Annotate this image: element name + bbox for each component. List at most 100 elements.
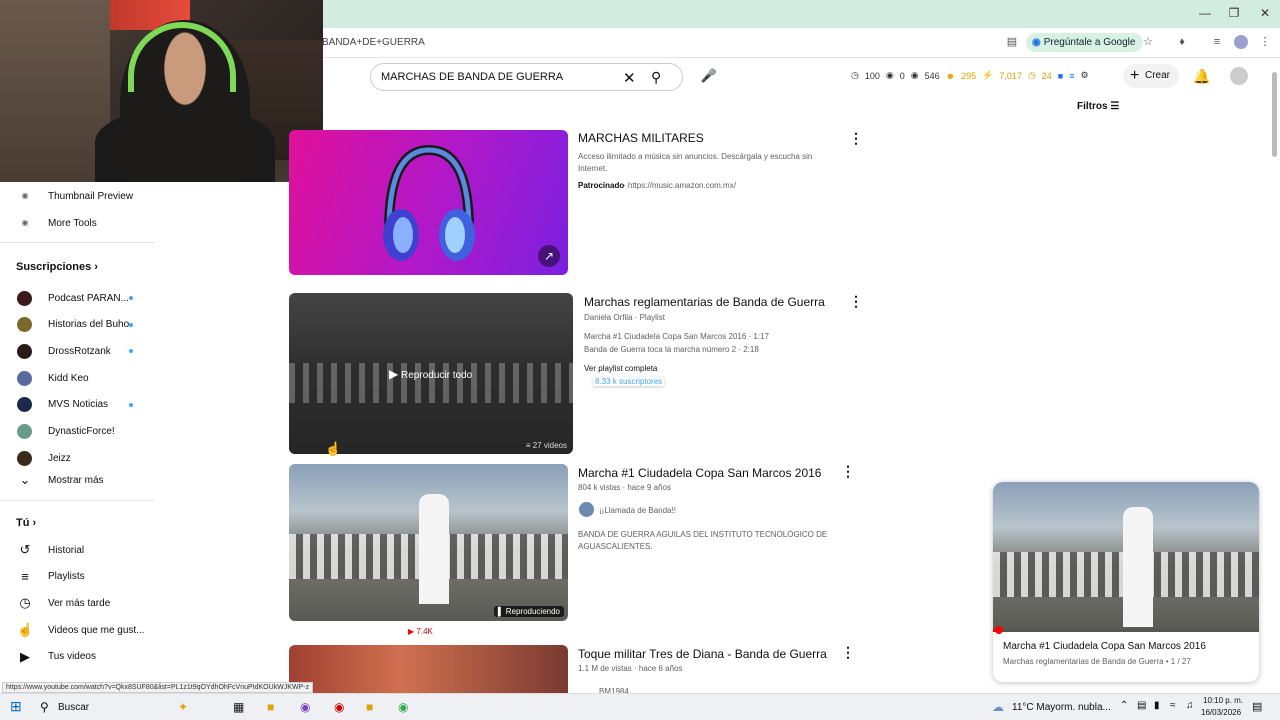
task-view-icon[interactable]: ▦: [233, 700, 244, 714]
more-options-icon[interactable]: ⋮: [841, 644, 855, 661]
more-options-icon[interactable]: ⋮: [849, 130, 863, 147]
chrome-icon[interactable]: ◉: [398, 700, 408, 714]
channel-name[interactable]: ¡¡Llamada de Banda!!: [599, 506, 676, 515]
sidebar-item-you[interactable]: ◷ Ver más tarde: [0, 590, 155, 616]
close-window-icon[interactable]: ✕: [1258, 6, 1272, 20]
miniplayer-title[interactable]: Marcha #1 Ciudadela Copa San Marcos 2016: [1003, 641, 1206, 652]
video-title[interactable]: Toque militar Tres de Diana - Banda de G…: [578, 647, 827, 661]
sidebar-item-thumbnail-preview[interactable]: ◉ Thumbnail Preview: [0, 183, 155, 209]
extensions-icon[interactable]: ♦: [1175, 35, 1189, 49]
app-icon[interactable]: ■: [366, 700, 373, 714]
sidebar-item-more-tools[interactable]: ◉ More Tools: [0, 210, 155, 236]
tray-icon[interactable]: ▤: [1137, 700, 1146, 711]
more-options-icon[interactable]: ⋮: [849, 293, 863, 310]
ad-title[interactable]: MARCHAS MILITARES: [578, 131, 704, 145]
taskbar-search-icon[interactable]: ⚲: [40, 700, 49, 714]
sidebar-item-subscription[interactable]: DrossRotzank: [0, 338, 155, 364]
microphone-icon[interactable]: 🎤: [696, 63, 722, 89]
video-thumbnail[interactable]: ▌ Reproduciendo: [289, 464, 568, 621]
new-content-dot: [129, 349, 133, 354]
notification-center-icon[interactable]: ▤: [1252, 700, 1262, 713]
play-all-button[interactable]: ▶ Reproducir todo: [389, 367, 472, 381]
filters-button[interactable]: Filtros ☰: [1077, 101, 1119, 112]
sidebar-item-subscription[interactable]: DynasticForce!: [0, 419, 155, 445]
profile-icon[interactable]: [1234, 35, 1248, 49]
show-more-label: Mostrar más: [48, 474, 104, 486]
you-heading[interactable]: Tú ›: [16, 517, 36, 529]
sidebar-item-you[interactable]: ▶ Tus videos: [0, 644, 155, 670]
weather-text[interactable]: 11°C Mayorm. nubla...: [1012, 702, 1111, 713]
playlist-title[interactable]: Marchas reglamentarias de Banda de Guerr…: [584, 295, 825, 309]
video-title[interactable]: Marcha #1 Ciudadela Copa San Marcos 2016: [578, 466, 821, 480]
ad-link[interactable]: · https://music.amazon.com.mx/: [623, 181, 736, 190]
search-icon[interactable]: ⚲: [651, 69, 661, 86]
bookmark-star-icon[interactable]: ☆: [1141, 35, 1155, 49]
channel-avatar[interactable]: [579, 502, 594, 517]
extension-badge-icon[interactable]: ■: [1058, 71, 1063, 81]
sidebar-item-subscription[interactable]: MVS Noticias: [0, 392, 155, 418]
clock-date[interactable]: 16/03/2026: [1201, 708, 1241, 717]
playlist-thumbnail[interactable]: ▶ Reproducir todo ≡ 27 videos: [289, 293, 573, 454]
clear-search-icon[interactable]: ✕: [623, 69, 636, 87]
media-icon[interactable]: ≡: [1210, 35, 1224, 49]
notifications-icon[interactable]: 🔔: [1193, 68, 1210, 85]
sidebar-item-subscription[interactable]: Kidd Keo: [0, 365, 155, 391]
show-more-button[interactable]: ⌄ Mostrar más: [0, 467, 155, 493]
channel-avatar: [17, 370, 32, 386]
subscriptions-heading[interactable]: Suscripciones ›: [16, 261, 98, 273]
progress-track[interactable]: [993, 629, 1259, 632]
cast-icon[interactable]: ▤: [1005, 35, 1019, 49]
sidebar-item-you[interactable]: ☝ Videos que me gust...: [0, 617, 155, 643]
video-thumbnail[interactable]: [289, 645, 568, 693]
sidebar-item-you[interactable]: ≡ Playlists: [0, 564, 155, 590]
stat-value: 7,017: [999, 70, 1022, 81]
app-icon[interactable]: ◉: [334, 700, 344, 714]
sidebar-item-subscription[interactable]: Historias del Buho: [0, 312, 155, 338]
sidebar-item-label: Jeizz: [48, 452, 71, 464]
restore-icon[interactable]: ❐: [1227, 6, 1241, 20]
volume-icon[interactable]: ♫: [1186, 700, 1194, 711]
file-explorer-icon[interactable]: ■: [267, 700, 274, 714]
view-icon: ◉: [910, 70, 919, 80]
playlist-item-2[interactable]: Banda de Guerra toca la marcha número 2 …: [584, 345, 759, 354]
plus-icon: +: [1130, 67, 1140, 84]
timer-icon: ◷: [1027, 70, 1036, 80]
view-full-playlist[interactable]: Ver playlist completa: [584, 364, 657, 373]
weather-icon: ☁: [992, 700, 1004, 714]
open-link-icon[interactable]: ↗: [538, 245, 560, 267]
progress-handle[interactable]: [995, 626, 1003, 634]
copilot-icon[interactable]: ✦: [178, 700, 188, 714]
playlist-item-1[interactable]: Marcha #1 Ciudadela Copa San Marcos 2016…: [584, 332, 769, 341]
miniplayer-video[interactable]: [993, 482, 1259, 634]
sidebar-item-you[interactable]: ↺ Historial: [0, 537, 155, 563]
app-icon[interactable]: ◉: [300, 700, 310, 714]
stat-value: 24: [1041, 70, 1052, 81]
clock-time[interactable]: 10:10 p. m.: [1203, 696, 1243, 705]
menu-icon[interactable]: ⋮: [1258, 35, 1272, 49]
wifi-icon[interactable]: ≈: [1170, 700, 1176, 711]
minimize-icon[interactable]: —: [1198, 6, 1212, 20]
scrollbar[interactable]: [1271, 62, 1278, 692]
ask-google-button[interactable]: ◉ Pregúntale a Google: [1026, 33, 1144, 52]
miniplayer[interactable]: Marcha #1 Ciudadela Copa San Marcos 2016…: [993, 482, 1259, 682]
extension-pin-icon[interactable]: ⚙: [1081, 70, 1089, 81]
ad-thumbnail[interactable]: ↗: [289, 130, 568, 275]
windows-start-icon[interactable]: ⊞: [10, 698, 22, 715]
search-input[interactable]: MARCHAS DE BANDA DE GUERRA: [381, 71, 563, 83]
sponsored-label: Patrocinado: [578, 181, 625, 190]
subscriber-count: 8.33 k suscriptores: [595, 377, 663, 386]
search-bar[interactable]: MARCHAS DE BANDA DE GUERRA ✕ ⚲: [370, 63, 683, 91]
scrollbar-thumb[interactable]: [1272, 72, 1277, 157]
taskbar-search-label[interactable]: Buscar: [58, 702, 89, 713]
create-button[interactable]: + Crear: [1123, 64, 1179, 88]
playlist-channel[interactable]: Daniela Orfila · Playlist: [584, 313, 665, 322]
mic-tray-icon[interactable]: ▮: [1154, 700, 1160, 711]
chevron-right-icon: ›: [32, 517, 37, 529]
more-options-icon[interactable]: ⋮: [841, 463, 855, 480]
subscriber-tooltip: 8.33 k suscriptores: [593, 377, 665, 386]
channel-avatar: [17, 343, 32, 359]
avatar[interactable]: [1230, 67, 1248, 85]
tray-chevron-icon[interactable]: ⌃: [1120, 700, 1128, 711]
extension-list-icon[interactable]: ≡: [1069, 71, 1074, 81]
sidebar-item-subscription[interactable]: Podcast PARAN...: [0, 285, 155, 311]
